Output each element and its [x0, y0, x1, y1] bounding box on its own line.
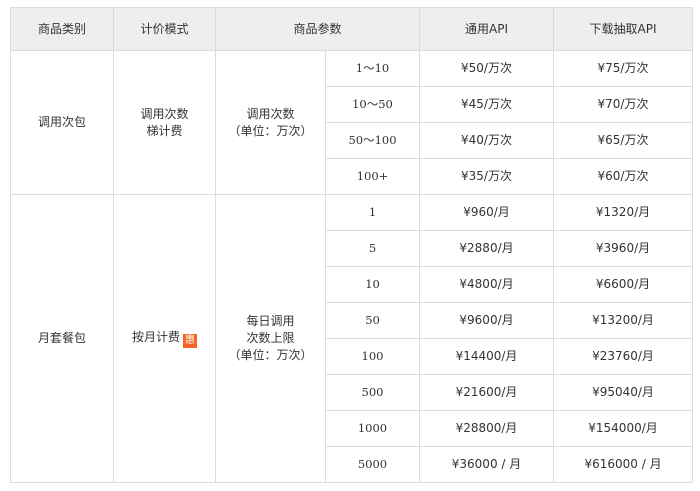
- tier-cell: 100: [324, 338, 421, 375]
- pricing-table: 商品类别 计价模式 商品参数 通用API 下载抽取API 调用次包 调用次数 梯…: [10, 7, 694, 483]
- download-price-cell: ¥60/万次: [553, 158, 694, 195]
- general-price-cell: ¥28800/月: [419, 410, 555, 447]
- parameter-label-line: （单位：万次）: [228, 123, 313, 138]
- tier-cell: 100+: [324, 158, 421, 195]
- download-price-cell: ¥616000 / 月: [553, 446, 694, 483]
- table-row: 调用次包 调用次数 梯计费 调用次数 （单位：万次） 1～10 ¥50/万次 ¥…: [10, 50, 694, 195]
- tier-cell: 5: [324, 230, 421, 267]
- tier-cell: 10～50: [324, 86, 421, 123]
- header-pricing-mode: 计价模式: [113, 7, 216, 51]
- download-price-cell: ¥70/万次: [553, 86, 694, 123]
- pricing-mode-line: 调用次数: [140, 106, 189, 121]
- parameter-label-line: 次数上限: [246, 331, 295, 345]
- pricing-mode-cell: 调用次数 梯计费: [113, 50, 216, 195]
- parameter-label-line: 每日调用: [246, 314, 295, 328]
- download-price-cell: ¥1320/月: [553, 194, 694, 231]
- general-price-cell: ¥2880/月: [419, 230, 555, 267]
- download-price-cell: ¥6600/月: [553, 266, 694, 303]
- table-row: 月套餐包 按月计费惠 每日调用 次数上限 （单位：万次） 1 ¥960/月 ¥1…: [10, 194, 694, 483]
- parameter-label-cell: 每日调用 次数上限 （单位：万次）: [215, 194, 326, 483]
- header-category: 商品类别: [10, 7, 114, 51]
- tier-cell: 1: [324, 194, 421, 231]
- pricing-table-container: 商品类别 计价模式 商品参数 通用API 下载抽取API 调用次包 调用次数 梯…: [10, 7, 694, 483]
- tier-cell: 1000: [324, 410, 421, 447]
- general-price-cell: ¥50/万次: [419, 50, 555, 87]
- general-price-cell: ¥35/万次: [419, 158, 555, 195]
- discount-badge: 惠: [183, 334, 197, 348]
- download-price-cell: ¥23760/月: [553, 338, 694, 375]
- download-price-cell: ¥95040/月: [553, 374, 694, 411]
- general-price-cell: ¥21600/月: [419, 374, 555, 411]
- general-price-cell: ¥9600/月: [419, 302, 555, 339]
- category-cell: 调用次包: [10, 50, 114, 195]
- tier-cell: 500: [324, 374, 421, 411]
- category-cell: 月套餐包: [10, 194, 114, 483]
- tier-cell: 1～10: [324, 50, 421, 87]
- download-price-cell: ¥13200/月: [553, 302, 694, 339]
- general-price-cell: ¥960/月: [419, 194, 555, 231]
- pricing-mode-line: 按月计费: [131, 330, 180, 344]
- header-general-api: 通用API: [419, 7, 555, 51]
- parameter-label-line: （单位：万次）: [228, 348, 313, 362]
- parameter-label-cell: 调用次数 （单位：万次）: [215, 50, 326, 195]
- general-price-cell: ¥40/万次: [419, 122, 555, 159]
- general-price-cell: ¥45/万次: [419, 86, 555, 123]
- download-price-cell: ¥3960/月: [553, 230, 694, 267]
- download-price-cell: ¥154000/月: [553, 410, 694, 447]
- pricing-mode-cell: 按月计费惠: [113, 194, 216, 483]
- general-price-cell: ¥36000 / 月: [419, 446, 555, 483]
- header-download-api: 下载抽取API: [553, 7, 694, 51]
- download-price-cell: ¥65/万次: [553, 122, 694, 159]
- tier-cell: 50～100: [324, 122, 421, 159]
- tier-cell: 10: [324, 266, 421, 303]
- pricing-mode-line: 梯计费: [146, 123, 183, 138]
- tier-cell: 5000: [324, 446, 421, 483]
- parameter-label-line: 调用次数: [246, 106, 295, 121]
- download-price-cell: ¥75/万次: [553, 50, 694, 87]
- general-price-cell: ¥4800/月: [419, 266, 555, 303]
- header-row: 商品类别 计价模式 商品参数 通用API 下载抽取API: [10, 7, 694, 51]
- header-parameters: 商品参数: [214, 7, 421, 51]
- general-price-cell: ¥14400/月: [419, 338, 555, 375]
- tier-cell: 50: [324, 302, 421, 339]
